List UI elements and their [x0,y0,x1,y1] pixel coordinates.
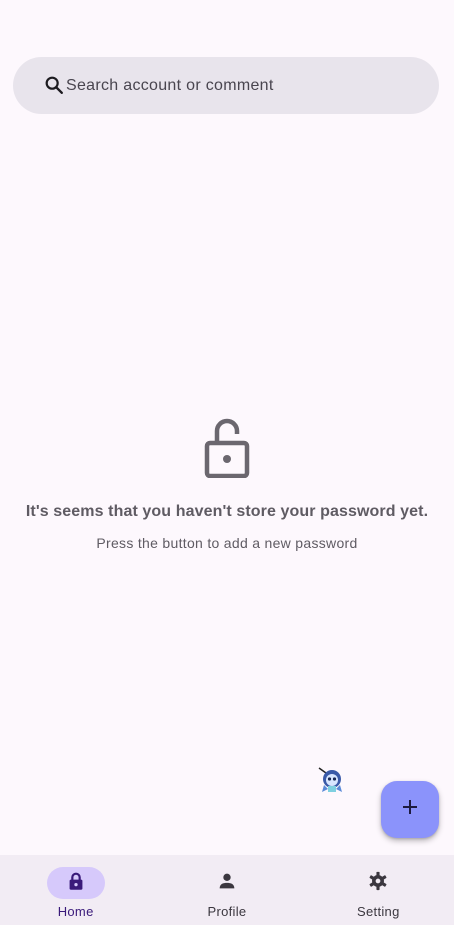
nav-label-setting: Setting [357,904,400,919]
screen: It's seems that you haven't store your p… [0,0,454,925]
search-icon [43,74,65,96]
lock-icon [65,870,87,897]
search-input[interactable] [66,57,416,114]
nav-label-home: Home [57,904,94,919]
gear-icon [367,870,389,897]
bottom-nav: Home Profile Setting [0,855,454,925]
nav-label-profile: Profile [207,904,247,919]
empty-state-title: It's seems that you haven't store your p… [25,503,429,520]
empty-state: It's seems that you haven't store your p… [0,418,454,551]
empty-state-subtitle: Press the button to add a new password [96,535,358,551]
lock-open-icon [203,418,251,479]
person-icon [216,870,238,897]
add-password-button[interactable] [381,781,439,838]
nav-profile-indicator [198,867,256,899]
mascot-icon [318,767,346,793]
nav-setting-indicator [349,867,407,899]
nav-home-indicator [46,867,105,899]
nav-item-home[interactable]: Home [0,855,151,925]
nav-item-setting[interactable]: Setting [303,855,454,925]
plus-icon [401,798,419,821]
nav-item-profile[interactable]: Profile [151,855,302,925]
search-bar[interactable] [13,57,439,114]
